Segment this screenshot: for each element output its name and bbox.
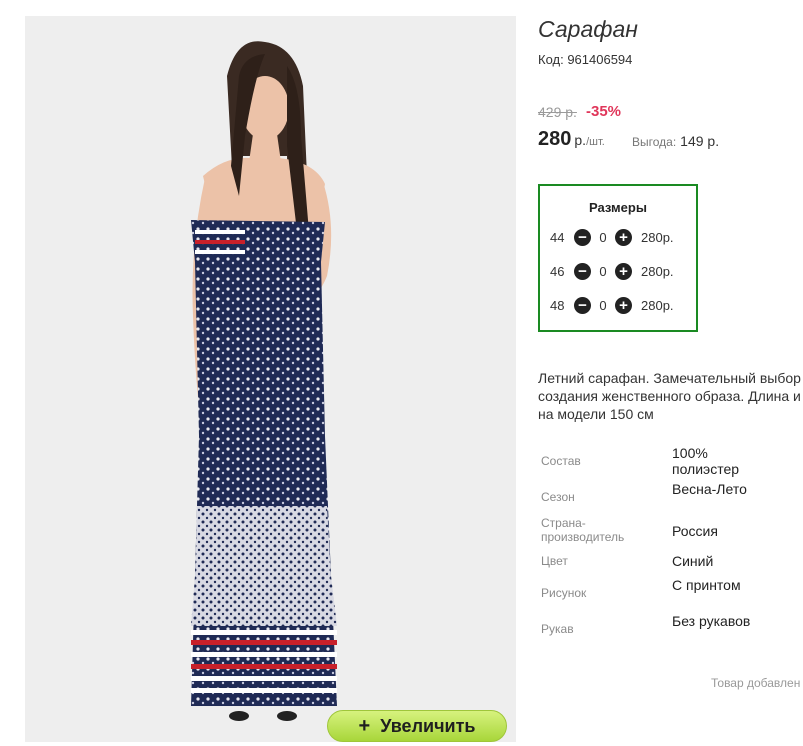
savings: Выгода: 149 р. [632, 133, 719, 149]
size-number: 48 [550, 297, 565, 313]
description-line: на модели 150 см [538, 406, 654, 422]
minus-icon[interactable]: − [574, 228, 591, 246]
minus-icon[interactable]: − [574, 262, 591, 280]
price-value: 280 [538, 128, 572, 150]
sizes-title: Размеры [589, 200, 647, 215]
product-title: Сарафан [538, 16, 638, 42]
attribute-value: Россия [672, 523, 718, 539]
product-code: Код: 961406594 [538, 52, 633, 67]
size-row: 44 − 0 + 280р. [550, 227, 674, 247]
size-quantity: 0 [599, 229, 607, 245]
zoom-button-label: Увеличить [380, 715, 476, 736]
description-line: создания женственного образа. Длина и [538, 388, 801, 404]
attribute-label: Состав [541, 454, 581, 468]
attribute-label: Цвет [541, 554, 568, 568]
plus-icon[interactable]: + [615, 296, 632, 314]
size-quantity: 0 [599, 263, 607, 279]
attribute-value: Без рукавов [672, 613, 751, 629]
attribute-label: Страна-производитель [541, 516, 625, 544]
minus-icon[interactable]: − [574, 296, 591, 314]
size-price: 280р. [641, 297, 674, 313]
size-price: 280р. [641, 229, 674, 245]
attribute-label: Рисунок [541, 586, 587, 600]
size-number: 46 [550, 263, 565, 279]
price-per: /шт. [586, 136, 605, 148]
discount-badge: -35% [586, 103, 622, 120]
savings-value: 149 р. [680, 133, 720, 149]
old-price: 429 р. [538, 104, 577, 120]
plus-icon: + [358, 715, 371, 737]
plus-icon[interactable]: + [615, 228, 632, 246]
product-photo-panel[interactable]: + Увеличить [25, 16, 516, 742]
attribute-value: Синий [672, 553, 714, 569]
product-description: Летний сарафан. Замечательный выбор созд… [538, 369, 803, 423]
attribute-label: Сезон [541, 490, 575, 504]
description-line: Летний сарафан. Замечательный выбор [538, 370, 801, 386]
attribute-value: С принтом [672, 577, 741, 593]
size-row: 46 − 0 + 280р. [550, 261, 674, 281]
savings-label: Выгода: [632, 135, 677, 149]
zoom-button[interactable]: + Увеличить [327, 710, 507, 742]
attribute-label: Рукав [541, 622, 574, 636]
product-photo [191, 41, 337, 721]
sizes-box: Размеры 44 − 0 + 280р. 46 − 0 + 280р. 48… [538, 184, 698, 332]
current-price: 280 р./шт. [538, 128, 605, 151]
size-quantity: 0 [599, 297, 607, 313]
attribute-value: 100% полиэстер [672, 445, 740, 477]
attribute-value: Весна-Лето [672, 481, 747, 497]
price-unit: р./шт. [574, 132, 605, 148]
added-note: Товар добавлен [711, 676, 801, 690]
size-price: 280р. [641, 263, 674, 279]
plus-icon[interactable]: + [615, 262, 632, 280]
size-number: 44 [550, 229, 565, 245]
product-info: Сарафан Код: 961406594 429 р. -35% 280 р.… [538, 0, 803, 746]
size-row: 48 − 0 + 280р. [550, 295, 674, 315]
